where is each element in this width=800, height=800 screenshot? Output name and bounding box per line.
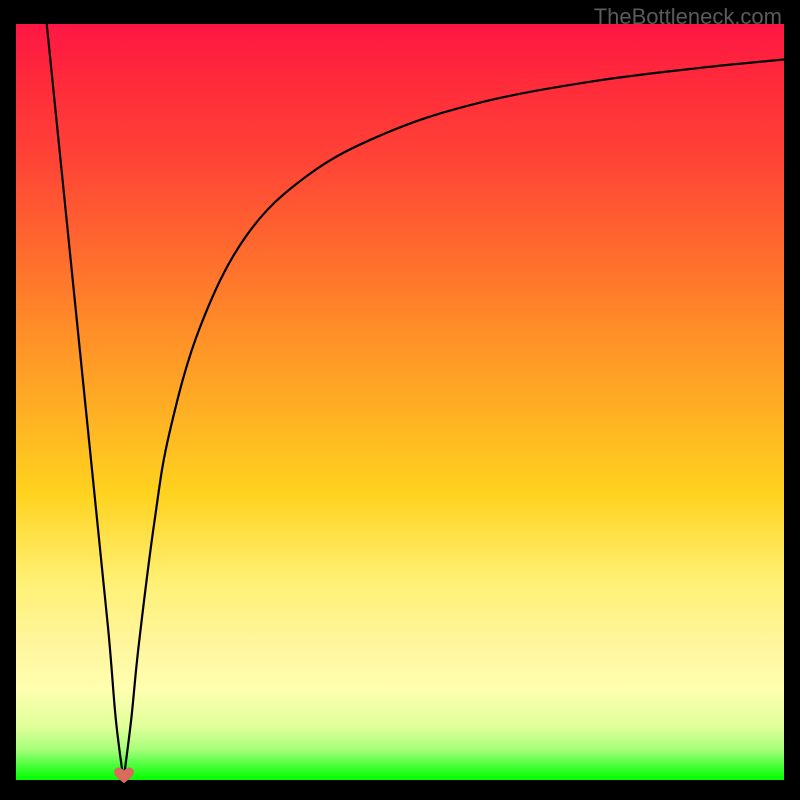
chart-container: TheBottleneck.com	[0, 0, 800, 800]
watermark-text: TheBottleneck.com	[594, 4, 782, 30]
curve-right-branch	[124, 60, 784, 780]
curve-left-branch	[47, 24, 124, 780]
plot-area	[16, 24, 784, 780]
heart-marker	[113, 767, 135, 785]
curve-layer	[16, 24, 784, 780]
